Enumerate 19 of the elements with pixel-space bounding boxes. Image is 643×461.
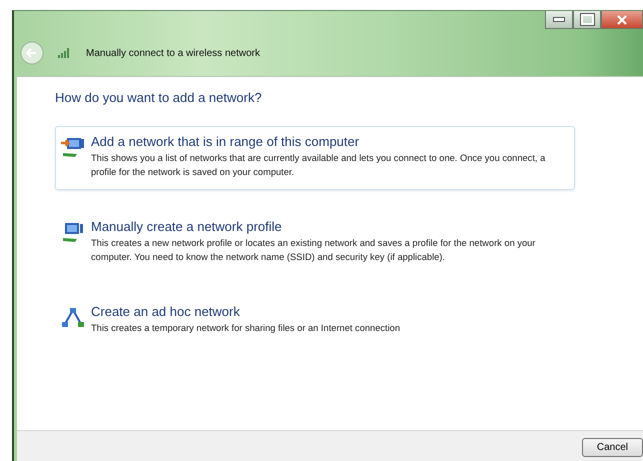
minimize-button[interactable] [545,11,573,29]
option-link[interactable]: Create an ad hoc network This creates a temporary network for sharing files or an Internet connection [55,296,575,346]
close-button[interactable] [601,11,643,29]
close-icon [616,14,628,24]
network-icon [61,221,85,243]
signal-icon [58,48,72,58]
window-title: Manually connect to a wireless network [86,48,260,58]
maximize-button[interactable] [573,11,601,29]
option-title: Add a network that is in range of this computer [91,134,360,149]
option-description: This creates a temporary network for sharing files or an Internet connection [91,322,400,335]
option-title: Manually create a network profile [91,219,283,234]
option-title: Create an ad hoc network [91,304,241,319]
network-icon [61,136,85,158]
network-icon [61,306,85,328]
option-link[interactable] [55,126,575,190]
page-heading: How do you want to add a network? [55,90,263,105]
option-description: This creates a new network profile or locates an existing network and saves a profile for the network on your computer. You need to know the network name (SSID) and security key (if applicable). [91,237,536,264]
option-description: This shows you a list of networks that are currently available and lets you connect to one. Once you connect, a profile for the network is saved on your computer. [91,152,546,179]
cancel-button[interactable]: Cancel [582,438,643,457]
